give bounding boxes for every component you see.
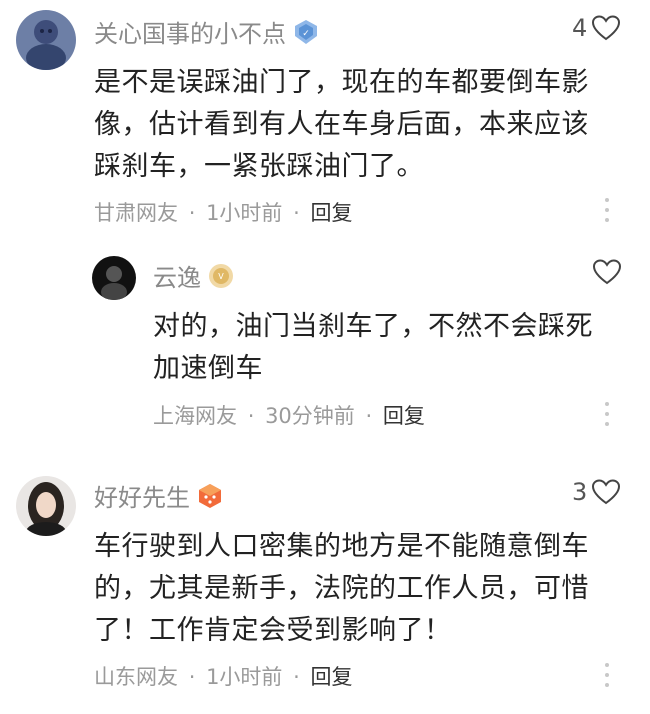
- avatar[interactable]: [16, 10, 76, 70]
- comment-line: 踩刹车，一紧张踩油门了。: [94, 151, 424, 182]
- like-button[interactable]: [592, 258, 622, 286]
- avatar[interactable]: [16, 476, 76, 536]
- timestamp: 1小时前: [206, 665, 283, 689]
- svg-text:V: V: [218, 272, 224, 281]
- heart-icon: [592, 15, 621, 41]
- username[interactable]: 好好先生: [94, 478, 224, 513]
- comment-text: 车行驶到人口密集的地方是不能随意倒车 的，尤其是新手，法院的工作人员，可惜 了！…: [94, 526, 614, 652]
- gift-badge-icon: [196, 482, 224, 510]
- username[interactable]: 关心国事的小不点 ✓: [94, 14, 320, 49]
- heart-icon: [592, 479, 621, 505]
- username-text[interactable]: 好好先生: [94, 478, 190, 513]
- comment-line: 对的，油门当刹车了，不然不会踩死: [153, 311, 593, 342]
- verified-shield-icon: ✓: [292, 18, 320, 46]
- like-button[interactable]: 4: [572, 14, 621, 42]
- heart-icon: [592, 259, 622, 285]
- more-icon[interactable]: [605, 198, 609, 222]
- reply-button[interactable]: 回复: [383, 404, 425, 428]
- comment-text: 是不是误踩油门了，现在的车都要倒车影 像，估计看到有人在车身后面，本来应该 踩刹…: [94, 62, 614, 188]
- comment-line: 了！工作肯定会受到影响了！: [94, 615, 452, 646]
- location: 甘肃网友: [94, 201, 178, 225]
- comment-line: 车行驶到人口密集的地方是不能随意倒车: [94, 531, 589, 562]
- comment-meta: 山东网友 · 1小时前 · 回复: [94, 665, 353, 689]
- like-count: 3: [572, 478, 588, 506]
- comment-line: 的，尤其是新手，法院的工作人员，可惜: [94, 573, 589, 604]
- reply-button[interactable]: 回复: [311, 665, 353, 689]
- more-icon[interactable]: [605, 402, 609, 426]
- avatar[interactable]: [92, 256, 136, 300]
- timestamp: 1小时前: [206, 201, 283, 225]
- location: 山东网友: [94, 665, 178, 689]
- svg-text:✓: ✓: [302, 29, 310, 39]
- level-badge-icon: V: [207, 262, 235, 290]
- comment-text: 对的，油门当刹车了，不然不会踩死 加速倒车: [153, 306, 613, 390]
- timestamp: 30分钟前: [265, 404, 355, 428]
- reply-button[interactable]: 回复: [311, 201, 353, 225]
- comment-meta: 甘肃网友 · 1小时前 · 回复: [94, 201, 353, 225]
- comment-line: 像，估计看到有人在车身后面，本来应该: [94, 109, 589, 140]
- like-count: 4: [572, 14, 588, 42]
- comment-meta: 上海网友 · 30分钟前 · 回复: [153, 404, 425, 428]
- username-text[interactable]: 关心国事的小不点: [94, 14, 286, 49]
- like-button[interactable]: 3: [572, 478, 621, 506]
- comment-line: 是不是误踩油门了，现在的车都要倒车影: [94, 67, 589, 98]
- username[interactable]: 云逸 V: [153, 258, 235, 293]
- more-icon[interactable]: [605, 663, 609, 687]
- comment-line: 加速倒车: [153, 353, 263, 384]
- location: 上海网友: [153, 404, 237, 428]
- username-text[interactable]: 云逸: [153, 258, 201, 293]
